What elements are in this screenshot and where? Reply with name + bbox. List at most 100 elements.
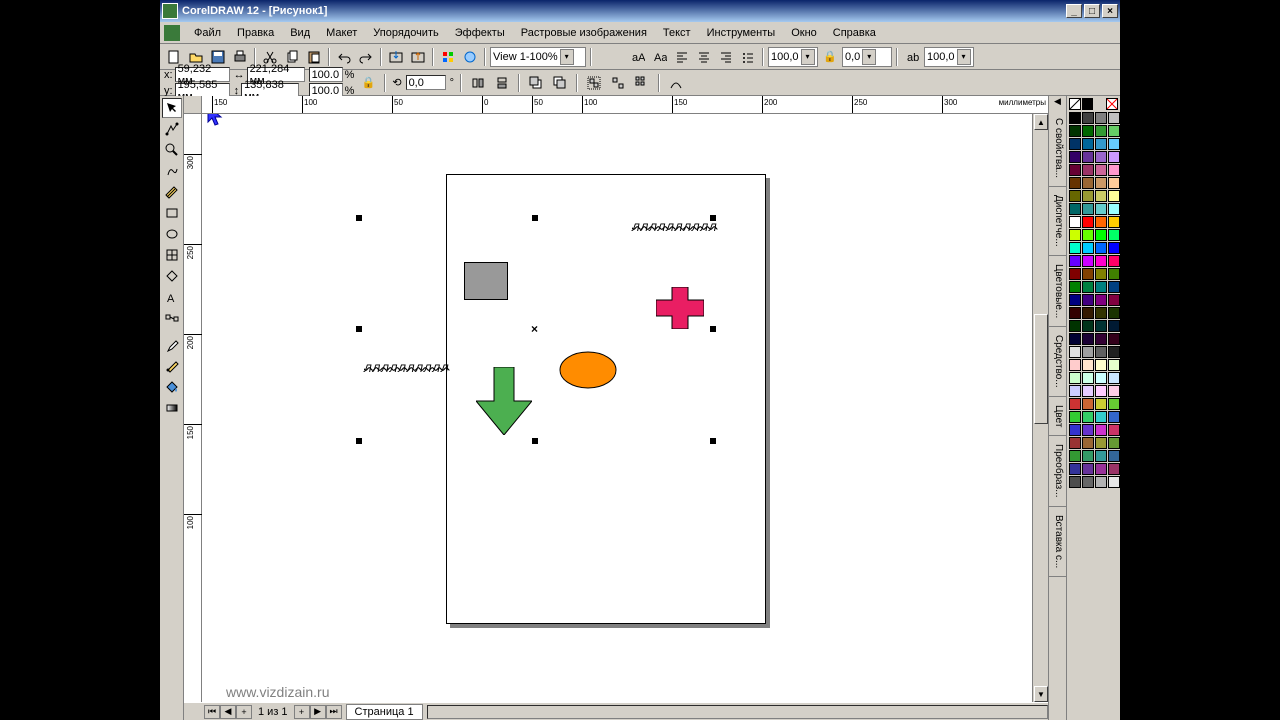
color-swatch[interactable]	[1082, 398, 1094, 410]
menu-edit[interactable]: Правка	[229, 25, 282, 41]
scroll-thumb[interactable]	[1034, 314, 1048, 424]
color-swatch[interactable]	[1069, 346, 1081, 358]
basic-shapes-tool[interactable]	[162, 266, 182, 286]
color-swatch[interactable]	[1082, 138, 1094, 150]
text-tool[interactable]: A	[162, 287, 182, 307]
menu-help[interactable]: Справка	[825, 25, 884, 41]
print-button[interactable]	[230, 47, 250, 67]
color-swatch[interactable]	[1082, 476, 1094, 488]
color-swatch[interactable]	[1069, 463, 1081, 475]
color-swatch[interactable]	[1069, 151, 1081, 163]
color-swatch[interactable]	[1095, 307, 1107, 319]
selection-handle[interactable]	[532, 438, 538, 444]
selection-handle[interactable]	[710, 215, 716, 221]
pick-tool[interactable]	[162, 98, 182, 118]
color-swatch[interactable]	[1108, 463, 1120, 475]
color-swatch[interactable]	[1095, 372, 1107, 384]
color-swatch[interactable]	[1108, 450, 1120, 462]
color-swatch[interactable]	[1069, 190, 1081, 202]
export-button[interactable]	[408, 47, 428, 67]
zoom-combo[interactable]: View 1-100% ▾	[490, 47, 586, 67]
color-swatch[interactable]	[1095, 164, 1107, 176]
angle-field[interactable]: 0,0	[406, 75, 446, 90]
horizontal-ruler[interactable]: миллиметры 15010050050100150200250300	[202, 96, 1048, 114]
color-swatch[interactable]	[1069, 255, 1081, 267]
color-swatch[interactable]	[1082, 281, 1094, 293]
color-swatch[interactable]	[1095, 385, 1107, 397]
docker-collapse-button[interactable]: ◀	[1049, 96, 1066, 110]
color-swatch[interactable]	[1095, 229, 1107, 241]
first-page-button[interactable]: ⏮	[204, 705, 220, 719]
color-swatch[interactable]	[1069, 372, 1081, 384]
color-swatch[interactable]	[1069, 320, 1081, 332]
menu-view[interactable]: Вид	[282, 25, 318, 41]
graph-paper-tool[interactable]	[162, 245, 182, 265]
docker-tools[interactable]: Средство...	[1049, 327, 1066, 397]
color-swatch[interactable]	[1082, 112, 1094, 124]
color-swatch[interactable]	[1082, 346, 1094, 358]
docker-color[interactable]: Цвет	[1049, 397, 1066, 436]
scroll-up-button[interactable]: ▲	[1034, 114, 1048, 130]
color-swatch[interactable]	[1108, 307, 1120, 319]
docker-insert[interactable]: Вставка с...	[1049, 507, 1066, 577]
color-swatch[interactable]	[1108, 333, 1120, 345]
color-swatch[interactable]	[1108, 476, 1120, 488]
lock-icon[interactable]: 🔒	[820, 47, 840, 67]
align-left-button[interactable]	[672, 47, 692, 67]
color-swatch[interactable]	[1069, 359, 1081, 371]
color-swatch[interactable]	[1069, 398, 1081, 410]
color-swatch[interactable]	[1095, 476, 1107, 488]
selection-handle[interactable]	[710, 326, 716, 332]
scalex-field[interactable]: 100.0	[309, 67, 343, 82]
align-center-button[interactable]	[694, 47, 714, 67]
color-swatch[interactable]	[1108, 203, 1120, 215]
color-swatch[interactable]	[1069, 424, 1081, 436]
mirror-v-button[interactable]	[492, 73, 512, 93]
menu-arrange[interactable]: Упорядочить	[365, 25, 446, 41]
docker-object-manager[interactable]: Диспетче...	[1049, 187, 1066, 256]
color-swatch[interactable]	[1095, 216, 1107, 228]
outline-tool[interactable]	[162, 356, 182, 376]
color-swatch[interactable]	[1108, 411, 1120, 423]
menu-file[interactable]: Файл	[186, 25, 229, 41]
color-swatch[interactable]	[1108, 164, 1120, 176]
mirror-h-button[interactable]	[468, 73, 488, 93]
selection-handle[interactable]	[356, 215, 362, 221]
redo-button[interactable]	[356, 47, 376, 67]
color-swatch[interactable]	[1095, 151, 1107, 163]
color-swatch[interactable]	[1069, 216, 1081, 228]
color-swatch[interactable]	[1095, 190, 1107, 202]
canvas[interactable]: ЛЛЛЛЛЛЛЛЛЛ ЛЛЛЛЛЛЛЛЛЛ ×	[202, 114, 1032, 702]
paste-button[interactable]	[304, 47, 324, 67]
menu-window[interactable]: Окно	[783, 25, 825, 41]
color-swatch[interactable]	[1108, 359, 1120, 371]
convert-curves-button[interactable]	[666, 73, 686, 93]
eyedropper-tool[interactable]	[162, 335, 182, 355]
chevron-down-icon[interactable]: ▾	[560, 49, 574, 65]
lock-ratio-button[interactable]: 🔒	[358, 73, 378, 93]
selection-handle[interactable]	[356, 326, 362, 332]
no-fill-swatch[interactable]	[1069, 98, 1081, 110]
snap-button-2[interactable]: Aa	[650, 47, 670, 67]
ruler-origin[interactable]	[184, 96, 202, 114]
color-swatch[interactable]	[1108, 138, 1120, 150]
horizontal-scrollbar[interactable]	[427, 705, 1048, 719]
color-swatch[interactable]	[1069, 385, 1081, 397]
color-swatch[interactable]	[1108, 177, 1120, 189]
menu-text[interactable]: Текст	[655, 25, 699, 41]
last-page-button[interactable]: ⏭	[326, 705, 342, 719]
close-button[interactable]: ×	[1102, 4, 1118, 18]
ungroup-button[interactable]	[608, 73, 628, 93]
color-swatch[interactable]	[1095, 463, 1107, 475]
color-swatch[interactable]	[1069, 242, 1081, 254]
import-button[interactable]	[386, 47, 406, 67]
color-swatch[interactable]	[1108, 190, 1120, 202]
color-swatch[interactable]	[1108, 398, 1120, 410]
scribble-2[interactable]: ЛЛЛЛЛЛЛЛЛЛ	[364, 363, 449, 375]
color-swatch[interactable]	[1095, 333, 1107, 345]
arrow-shape[interactable]	[476, 367, 532, 435]
color-swatch[interactable]	[1082, 450, 1094, 462]
snap-button-1[interactable]: aA	[628, 47, 648, 67]
color-swatch[interactable]	[1108, 372, 1120, 384]
color-swatch[interactable]	[1069, 268, 1081, 280]
